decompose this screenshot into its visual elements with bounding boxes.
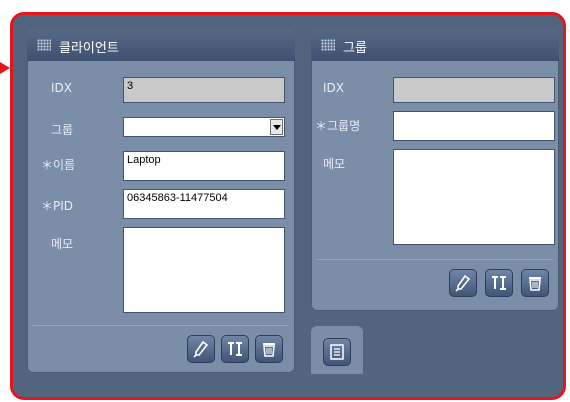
group-name-label: ＊그룹명 — [315, 119, 361, 133]
list-button[interactable] — [323, 338, 351, 366]
client-pid-label: ＊PID — [41, 199, 74, 213]
tools-icon — [228, 342, 242, 356]
client-idx-label: IDX — [51, 81, 72, 95]
client-settings-button[interactable] — [221, 335, 249, 363]
client-memo-label: 메모 — [51, 237, 74, 251]
client-name-input[interactable]: Laptop — [123, 151, 285, 181]
highlight-arrow — [0, 62, 10, 74]
client-name-label: ＊이름 — [41, 158, 76, 172]
client-pid-input[interactable]: 06345863-11477504 — [123, 189, 285, 219]
app-frame: 클라이언트 IDX 3 그룹 ＊이름 Laptop ＊PID 06345863-… — [10, 12, 566, 400]
divider — [33, 325, 289, 326]
client-memo-textarea[interactable] — [123, 227, 285, 313]
group-panel: 그룹 IDX ＊그룹명 메모 — [311, 29, 559, 311]
group-memo-textarea[interactable] — [393, 149, 555, 245]
trash-icon — [529, 277, 541, 291]
grip-icon — [321, 39, 335, 51]
group-idx-field — [393, 77, 555, 103]
bottom-tab — [311, 326, 363, 374]
client-group-label: 그룹 — [51, 123, 74, 137]
client-panel: 클라이언트 IDX 3 그룹 ＊이름 Laptop ＊PID 06345863-… — [27, 29, 295, 373]
tools-icon — [492, 276, 506, 290]
group-settings-button[interactable] — [485, 269, 513, 297]
grip-icon — [37, 39, 51, 51]
group-memo-label: 메모 — [323, 157, 346, 171]
client-idx-field: 3 — [123, 77, 285, 103]
group-name-input[interactable] — [393, 111, 555, 141]
trash-icon — [263, 343, 275, 357]
client-panel-title: 클라이언트 — [59, 41, 119, 56]
client-delete-button[interactable] — [255, 335, 283, 363]
client-edit-button[interactable] — [187, 335, 215, 363]
edit-icon — [193, 340, 209, 358]
chevron-down-icon[interactable] — [270, 119, 283, 135]
group-idx-label: IDX — [323, 81, 344, 95]
client-panel-header: 클라이언트 — [27, 29, 295, 61]
group-panel-title: 그룹 — [343, 41, 367, 56]
edit-icon — [455, 274, 471, 292]
client-group-select[interactable] — [123, 117, 285, 137]
divider — [317, 259, 553, 260]
list-icon — [330, 344, 344, 360]
group-panel-header: 그룹 — [311, 29, 559, 61]
group-edit-button[interactable] — [449, 269, 477, 297]
group-delete-button[interactable] — [521, 269, 549, 297]
